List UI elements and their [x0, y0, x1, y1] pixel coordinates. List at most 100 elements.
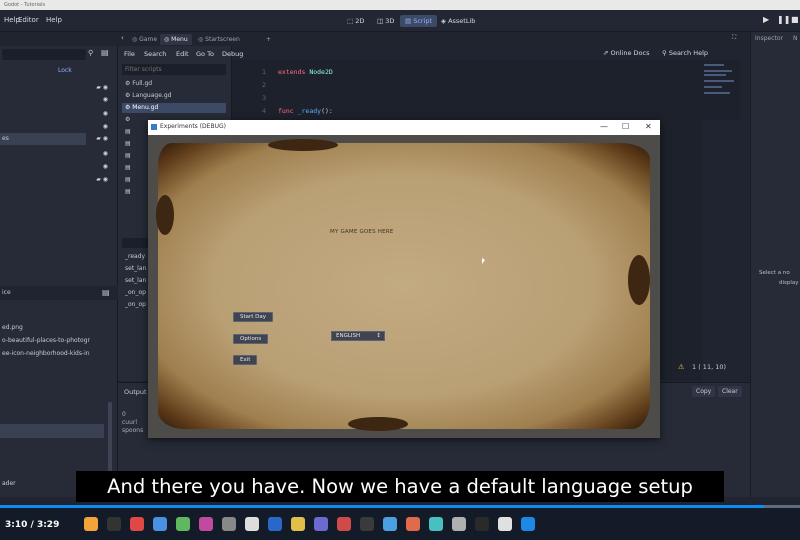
taskbar-app-icon[interactable] — [360, 517, 374, 531]
scene-menu-icon[interactable]: ▤ — [101, 48, 109, 57]
script-name: Language.gd — [132, 92, 172, 99]
script-menu-debug[interactable]: Debug — [222, 50, 243, 58]
scene-tree-row-selected[interactable]: es ▰ ◉ — [0, 133, 108, 145]
scene-row-label: es — [2, 135, 9, 142]
online-docs-button[interactable]: ⇗ Online Docs — [603, 49, 650, 57]
scene-tree-row[interactable]: ◉ — [0, 148, 108, 160]
taskbar-app-icon[interactable] — [521, 517, 535, 531]
search-help-button[interactable]: ⚲ Search Help — [662, 49, 708, 57]
visibility-eye-icon[interactable]: ◉ — [103, 150, 108, 157]
file-item-selected[interactable] — [0, 424, 104, 438]
language-option-button[interactable]: ENGLISH ↕ — [331, 331, 385, 341]
code-token: _ready — [297, 107, 322, 115]
script-icon[interactable]: ▰ ◉ — [96, 135, 108, 142]
clear-button[interactable]: Clear — [718, 386, 742, 397]
distraction-free-icon[interactable]: ⛶ — [732, 34, 736, 42]
script-icon[interactable]: ▰ ◉ — [96, 176, 108, 183]
visibility-eye-icon[interactable]: ◉ — [103, 110, 108, 117]
warning-icon[interactable]: ⚠ — [678, 363, 684, 371]
scene-tree-row[interactable]: ◉ — [0, 121, 108, 133]
pause-icon[interactable]: ❚❚ — [777, 15, 790, 24]
tab-startscreen[interactable]: ◎ Startscreen — [194, 34, 244, 45]
options-button[interactable]: Options — [233, 334, 269, 344]
taskbar-app-icon[interactable] — [268, 517, 282, 531]
visibility-eye-icon[interactable]: ◉ — [103, 123, 108, 130]
add-tab-button[interactable]: + — [262, 34, 275, 45]
taskbar-app-icon[interactable] — [429, 517, 443, 531]
visibility-eye-icon[interactable]: ◉ — [103, 163, 108, 170]
taskbar-app-icon[interactable] — [107, 517, 121, 531]
scene-tree-row[interactable]: ◉ — [0, 161, 108, 173]
scene-tree-row[interactable]: ▰ ◉ — [0, 82, 108, 94]
mode-3d-button[interactable]: ◫ 3D — [372, 15, 399, 27]
taskbar-app-icon[interactable] — [475, 517, 489, 531]
lock-link[interactable]: Lock — [58, 67, 72, 74]
mode-script-button[interactable]: ▤ Script — [400, 15, 438, 27]
editor-scrollbar[interactable] — [740, 60, 748, 380]
maximize-icon[interactable]: ☐ — [622, 122, 629, 131]
script-item-selected[interactable]: ⚙ Menu.gd — [122, 103, 226, 113]
script-menu-edit[interactable]: Edit — [176, 50, 189, 58]
game-viewport[interactable]: MY GAME GOES HERE Start Day Options Exit… — [148, 135, 660, 438]
script-item[interactable]: ⚙ Full.gd — [122, 79, 226, 89]
code-minimap[interactable] — [702, 60, 740, 120]
game-window-titlebar[interactable]: Experiments (DEBUG) — ☐ ✕ — [148, 120, 660, 135]
script-menu-goto[interactable]: Go To — [196, 50, 214, 58]
taskbar-app-icon[interactable] — [314, 517, 328, 531]
taskbar-app-icon[interactable] — [84, 517, 98, 531]
taskbar-app-icon[interactable] — [153, 517, 167, 531]
play-icon[interactable]: ▶ — [763, 15, 769, 24]
game-debug-window: Experiments (DEBUG) — ☐ ✕ MY GAME GOES H… — [148, 120, 660, 438]
tab-inspector[interactable]: Inspector — [755, 35, 783, 42]
filesystem-path: ice — [2, 289, 11, 296]
scene-tree-row[interactable]: ◉ — [0, 108, 108, 120]
scene-tree-row[interactable]: ▰ ◉ — [0, 174, 108, 186]
taskbar-app-icon[interactable] — [130, 517, 144, 531]
search-icon[interactable]: ⚲ — [88, 49, 93, 57]
godot-app-icon — [151, 124, 157, 130]
chevron-left-icon[interactable]: ‹ — [121, 34, 124, 42]
menu-help[interactable]: Help — [46, 16, 62, 24]
close-icon[interactable]: ✕ — [645, 122, 652, 131]
burn-edge — [628, 255, 650, 305]
tab-menu[interactable]: ◎ Menu — [160, 34, 192, 45]
menu-editor[interactable]: Editor — [18, 16, 39, 24]
taskbar-app-icon[interactable] — [222, 517, 236, 531]
dropdown-arrow-icon: ↕ — [376, 333, 381, 339]
stop-icon[interactable]: ■ — [791, 15, 799, 24]
mode-2d-button[interactable]: ⬚ 2D — [342, 15, 369, 27]
script-icon[interactable]: ▰ ◉ — [96, 84, 108, 91]
minimize-icon[interactable]: — — [600, 122, 608, 131]
visibility-eye-icon[interactable]: ◉ — [103, 96, 108, 103]
3d-icon: ◫ — [377, 17, 386, 25]
script-menu-search[interactable]: Search — [144, 50, 166, 58]
taskbar-app-icon[interactable] — [199, 517, 213, 531]
taskbar-app-icon[interactable] — [176, 517, 190, 531]
file-item[interactable]: ader — [2, 480, 16, 487]
mode-assetlib-button[interactable]: ◈ AssetLib — [436, 15, 480, 27]
taskbar-app-icon[interactable] — [498, 517, 512, 531]
exit-button[interactable]: Exit — [233, 355, 258, 365]
taskbar-app-icon[interactable] — [245, 517, 259, 531]
tab-game[interactable]: ◎ Game — [128, 34, 161, 45]
cursor-position: 1 ( 11, 10) — [692, 363, 727, 371]
scene-filter-input[interactable] — [2, 49, 86, 60]
taskbar-app-icon[interactable] — [452, 517, 466, 531]
file-item[interactable]: ee-icon-neighborhood-kids-in — [2, 350, 90, 357]
taskbar-app-icon[interactable] — [337, 517, 351, 531]
copy-button[interactable]: Copy — [692, 386, 716, 397]
script-menu-file[interactable]: File — [124, 50, 135, 58]
scene-tree-row[interactable]: ◉ — [0, 94, 108, 106]
code-token: Node2D — [309, 68, 333, 76]
script-item[interactable]: ⚙ Language.gd — [122, 91, 226, 101]
taskbar-app-icon[interactable] — [383, 517, 397, 531]
taskbar-app-icon[interactable] — [291, 517, 305, 531]
filter-scripts-input[interactable] — [122, 64, 226, 75]
taskbar-app-icon[interactable] — [406, 517, 420, 531]
filesystem-scrollbar[interactable] — [108, 402, 112, 482]
start-day-button[interactable]: Start Day — [233, 312, 274, 322]
file-item[interactable]: ed.png — [2, 324, 23, 331]
split-view-icon[interactable]: ▤ — [102, 288, 110, 297]
file-item[interactable]: o-beautiful-places-to-photogr — [2, 337, 90, 344]
tab-node[interactable]: N — [793, 35, 798, 42]
